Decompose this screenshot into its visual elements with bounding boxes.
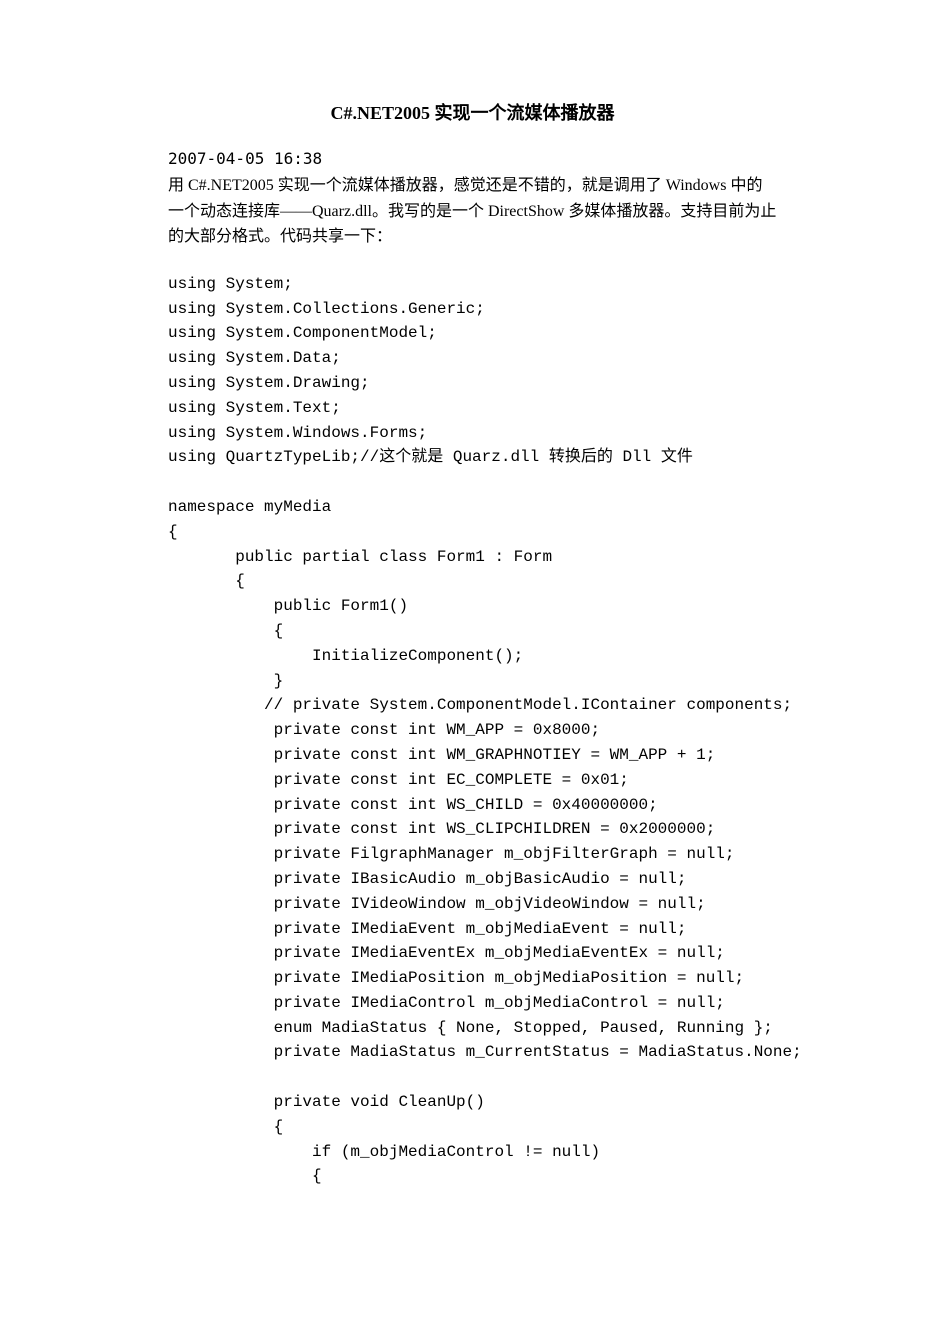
document-date: 2007-04-05 16:38 [168,147,777,171]
code-block: using System; using System.Collections.G… [168,272,777,1189]
document-title: C#.NET2005 实现一个流媒体播放器 [168,100,777,127]
document-intro: 用 C#.NET2005 实现一个流媒体播放器，感觉还是不错的，就是调用了 Wi… [168,173,777,250]
